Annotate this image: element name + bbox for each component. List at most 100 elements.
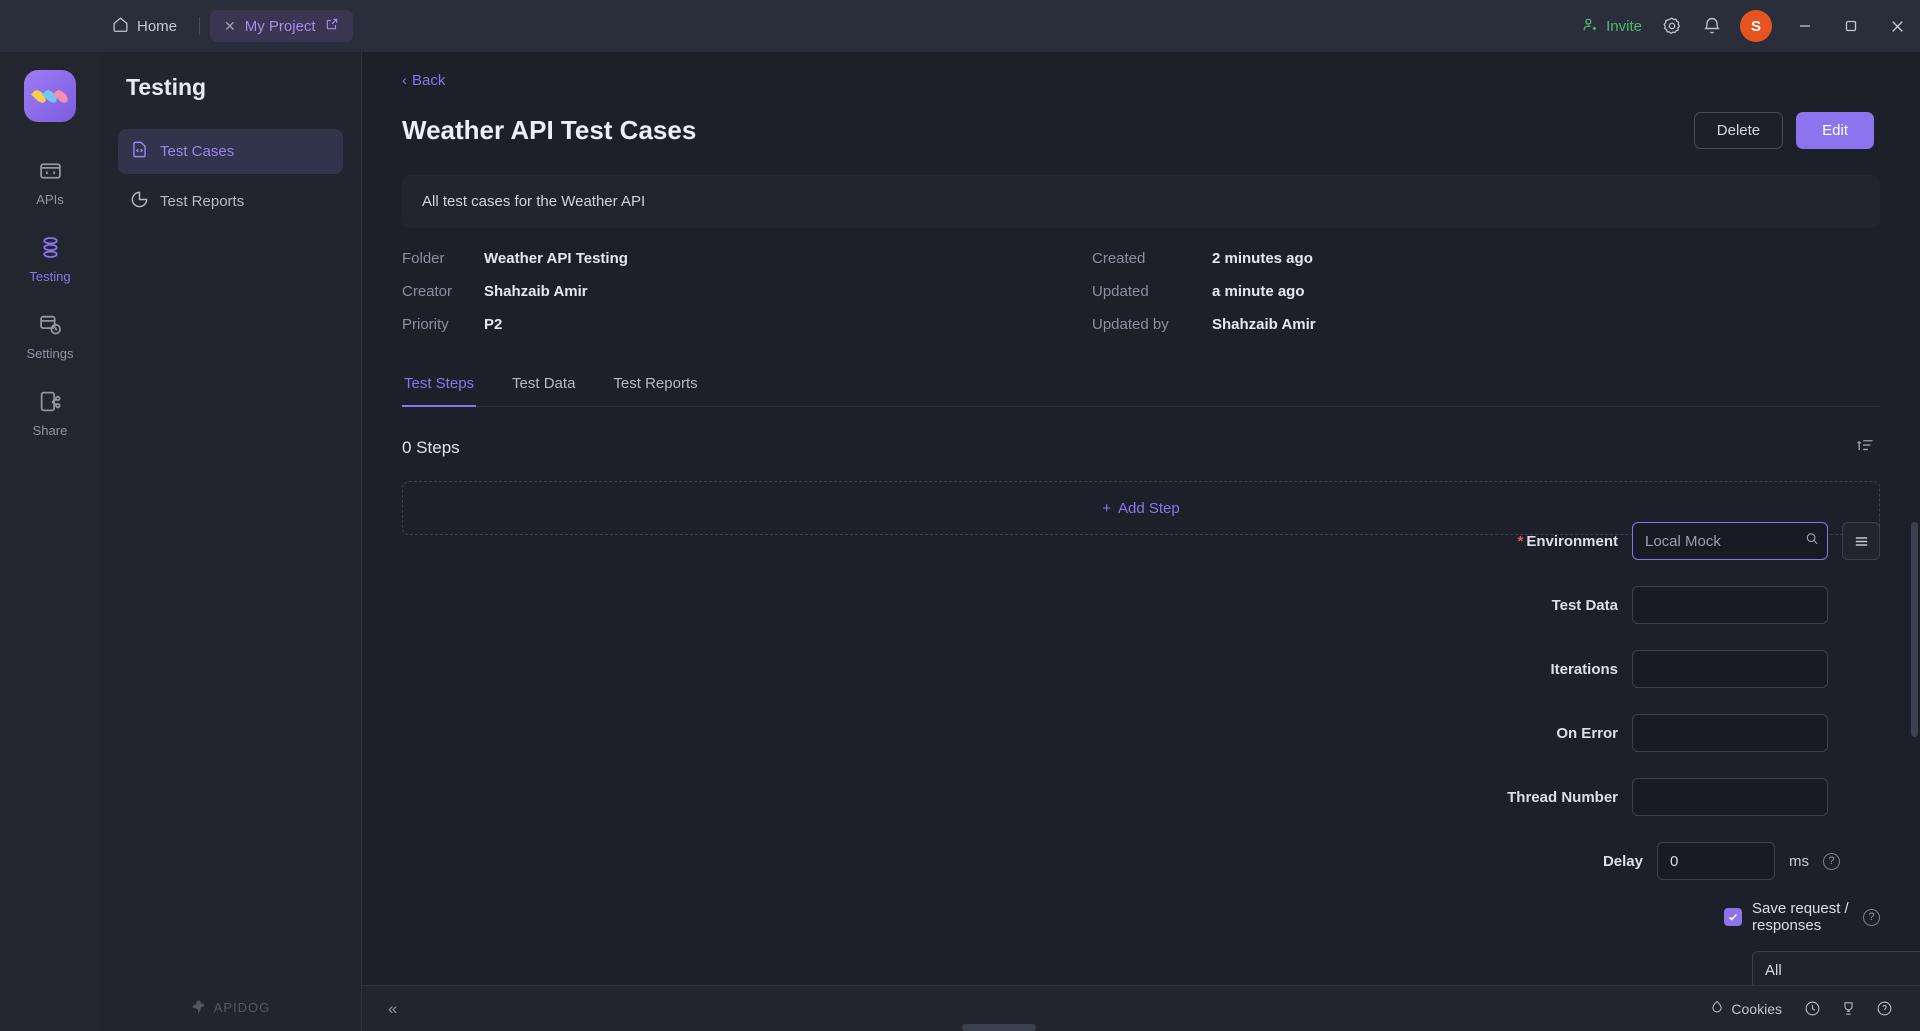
metadata-value: Weather API Testing [484,250,628,267]
content-tabs: Test Steps Test Data Test Reports [402,367,1880,407]
close-icon[interactable]: ✕ [224,19,236,33]
title-bar-right: Invite S [1572,0,1920,52]
sidebar-item-test-cases[interactable]: Test Cases [118,129,343,174]
avatar[interactable]: S [1740,10,1772,42]
external-link-icon[interactable] [325,17,339,35]
metadata-value: a minute ago [1212,283,1305,300]
metadata-key: Folder [402,250,445,267]
description-box: All test cases for the Weather API [402,175,1880,228]
window-maximize-button[interactable] [1828,0,1874,52]
bottom-bar-right: Cookies [1702,995,1898,1023]
invite-label: Invite [1606,17,1642,35]
help-icon[interactable] [1870,995,1898,1023]
metadata-value: P2 [484,316,503,333]
horizontal-scrollbar[interactable] [962,1024,1036,1031]
cookies-button[interactable]: Cookies [1702,995,1790,1022]
sort-icon[interactable] [1851,431,1880,465]
environment-menu-button[interactable] [1842,522,1880,560]
delay-input[interactable] [1657,842,1775,880]
test-data-control[interactable] [1632,586,1828,624]
metadata-key: Priority [402,316,449,333]
environment-label-text: Environment [1526,532,1618,550]
sidebar-title: Testing [126,74,207,100]
tab-test-reports[interactable]: Test Reports [611,367,699,407]
delete-button[interactable]: Delete [1693,112,1784,149]
project-tab[interactable]: ✕ My Project [210,10,353,42]
delay-input-wrap [1657,842,1775,880]
sidebar-item-test-cases-label: Test Cases [160,143,235,160]
trophy-icon[interactable] [1834,995,1862,1023]
chevron-left-icon: ‹ [402,72,407,89]
config-row-test-data: Test Data [1220,586,1880,624]
back-button[interactable]: ‹ Back [362,52,445,89]
metadata-row-priority: Priority P2 [402,316,1092,333]
help-icon[interactable]: ? [1863,908,1880,926]
sidebar-item-settings-label: Settings [26,346,74,361]
config-row-delay: Delay ms ? [1220,842,1880,880]
iterations-label: Iterations [1550,660,1618,678]
share-icon [38,389,63,417]
on-error-control[interactable] [1632,714,1828,752]
sidebar-item-share-label: Share [32,423,68,438]
config-row-environment: * Environment [1220,522,1880,560]
test-data-label: Test Data [1551,596,1618,614]
metadata-key: Updated by [1092,316,1169,333]
app-body: APIs Testing Settings Share Testing Test… [0,52,1920,1031]
thread-number-control[interactable] [1632,778,1828,816]
metadata-row-created: Created 2 minutes ago [1092,250,1316,267]
add-step-label: Add Step [1118,499,1180,517]
sidebar-item-share[interactable]: Share [14,379,86,446]
metadata-value: Shahzaib Amir [484,283,588,300]
title-bar-left: Home ✕ My Project [0,10,353,43]
metadata-key: Creator [402,283,453,300]
required-asterisk: * [1517,532,1524,550]
apidog-mark-icon [192,1000,204,1014]
iterations-control[interactable] [1632,650,1828,688]
apidog-logo[interactable] [24,70,76,122]
left-rail: APIs Testing Settings Share [0,52,100,1031]
main-scroll-area: ‹ Back Weather API Test Cases Delete Edi… [362,52,1920,985]
save-requests-checkbox[interactable] [1724,908,1742,926]
gear-icon[interactable] [1652,6,1692,46]
bottom-status-bar: « Cookies [362,985,1920,1031]
sidebar-item-test-reports[interactable]: Test Reports [118,179,343,224]
sidebar-item-apis[interactable]: APIs [14,148,86,215]
environment-input-wrap [1632,522,1828,560]
tab-test-steps[interactable]: Test Steps [402,367,477,407]
page-actions: Delete Edit [1693,112,1874,149]
tab-test-data[interactable]: Test Data [510,367,577,407]
metadata-section: Folder Weather API Testing Creator Shahz… [402,250,1880,333]
apidog-brand-label: APIDOG [213,999,271,1015]
invite-button[interactable]: Invite [1572,10,1652,43]
collapse-icon[interactable]: « [388,999,397,1019]
cookie-icon [1710,1000,1724,1017]
metadata-key: Updated [1092,283,1149,300]
sidebar-item-test-reports-label: Test Reports [160,193,245,210]
title-bar: Home ✕ My Project Invite S [0,0,1920,52]
window-close-button[interactable] [1874,0,1920,52]
clock-icon[interactable] [1798,995,1826,1023]
metadata-key: Created [1092,250,1146,267]
environment-input[interactable] [1632,522,1828,560]
bell-icon[interactable] [1692,6,1732,46]
steps-count-label: 0 Steps [402,438,460,457]
sidebar-item-testing-label: Testing [29,269,71,284]
edit-button[interactable]: Edit [1796,112,1874,149]
apis-icon [38,158,63,186]
home-button[interactable]: Home [100,10,189,43]
delay-label: Delay [1602,852,1643,870]
main-content: ‹ Back Weather API Test Cases Delete Edi… [362,52,1920,1031]
sidebar-item-settings[interactable]: Settings [14,302,86,369]
sidebar-item-apis-label: APIs [36,192,64,207]
sidebar-item-testing[interactable]: Testing [14,225,86,292]
vertical-scrollbar[interactable] [1911,522,1918,737]
help-icon[interactable]: ? [1823,852,1840,870]
on-error-label: On Error [1556,724,1618,742]
metadata-value: 2 minutes ago [1212,250,1313,267]
plus-icon: + [1102,499,1112,517]
page-title: Weather API Test Cases [402,115,697,145]
metadata-row-updated-by: Updated by Shahzaib Amir [1092,316,1316,333]
window-minimize-button[interactable] [1782,0,1828,52]
metadata-left-column: Folder Weather API Testing Creator Shahz… [402,250,1092,333]
save-scope-select[interactable]: All [1752,951,1920,985]
